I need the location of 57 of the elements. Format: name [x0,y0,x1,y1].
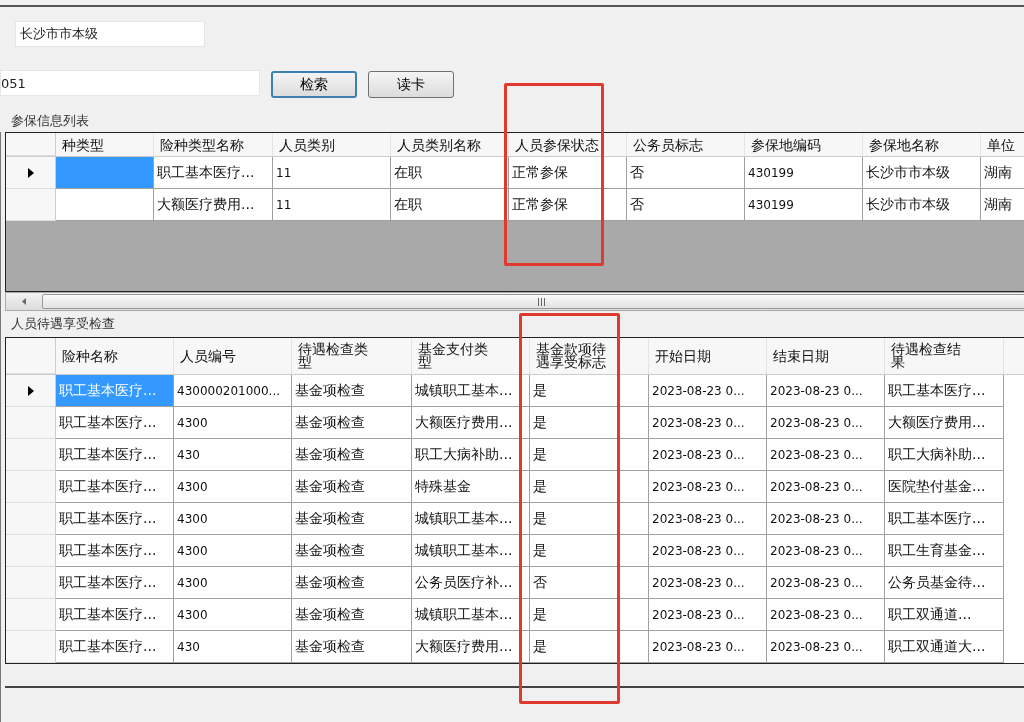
table-cell: 大额医疗费用... [412,631,530,663]
id-field[interactable]: 051 [0,70,260,96]
row-header[interactable] [6,535,56,567]
table-cell: 职工基本医疗... [56,631,174,663]
grid-corner[interactable] [6,338,56,374]
scrollbar-thumb[interactable] [42,294,1024,309]
table-cell: 430 [174,631,292,663]
row-header[interactable] [6,471,56,503]
current-row-icon [27,385,34,396]
table-cell: 基金项检查 [292,631,412,663]
search-button[interactable]: 检索 [271,71,357,98]
column-header[interactable]: 待遇检查类型 [292,338,412,374]
column-header[interactable]: 基金款项待遇享受标志 [530,338,649,374]
column-header[interactable]: 开始日期 [649,338,767,374]
table-cell: 在职 [391,189,509,221]
column-header[interactable]: 人员类别名称 [391,133,509,156]
current-row-icon [27,167,34,178]
column-header[interactable]: 参保地名称 [863,133,981,156]
table-cell: 长沙市市本级 [863,189,981,221]
row-header[interactable] [6,157,56,189]
table-cell: 2023-08-23 0... [649,631,767,663]
row-header[interactable] [6,631,56,663]
table-cell: 是 [530,631,649,663]
column-header[interactable]: 单位 [981,133,1024,156]
table-cell: 2023-08-23 0... [767,631,885,663]
row-header[interactable] [6,189,56,221]
table-cell: 职工双通道大... [885,631,1004,663]
table-cell: 湖南 [981,189,1024,221]
column-header[interactable]: 参保地编码 [745,133,863,156]
column-header[interactable]: 待遇检查结果 [885,338,1004,374]
column-header[interactable]: 险种名称 [56,338,174,374]
row-header[interactable] [6,439,56,471]
column-header[interactable]: 险种类型名称 [154,133,273,156]
column-header[interactable]: 种类型 [56,133,154,156]
table-cell: 11 [273,189,391,221]
table-cell: 正常参保 [509,189,627,221]
region-field[interactable]: 长沙市市本级 [15,21,205,47]
column-header[interactable]: 公务员标志 [627,133,745,156]
selected-cell: 职工基本医疗... [56,375,174,407]
row-header[interactable] [6,503,56,535]
column-header[interactable]: 人员类别 [273,133,391,156]
column-header[interactable]: 基金支付类型 [412,338,530,374]
row-header[interactable] [6,407,56,439]
row-header[interactable] [6,375,56,407]
grip-icon [537,297,545,306]
column-header[interactable]: 结束日期 [767,338,885,374]
row-header[interactable] [6,567,56,599]
table-cell: 430199 [745,189,863,221]
column-header[interactable]: 人员编号 [174,338,292,374]
group-title: 人员待遇享受检查 [10,315,116,333]
read-card-button[interactable]: 读卡 [368,71,454,98]
grid-corner[interactable] [6,133,56,156]
table-cell: 大额医疗费用... [154,189,273,221]
row-header[interactable] [6,599,56,631]
column-header[interactable]: 人员参保状态 [509,133,627,156]
group-title: 参保信息列表 [10,112,90,130]
table-cell: 否 [627,189,745,221]
